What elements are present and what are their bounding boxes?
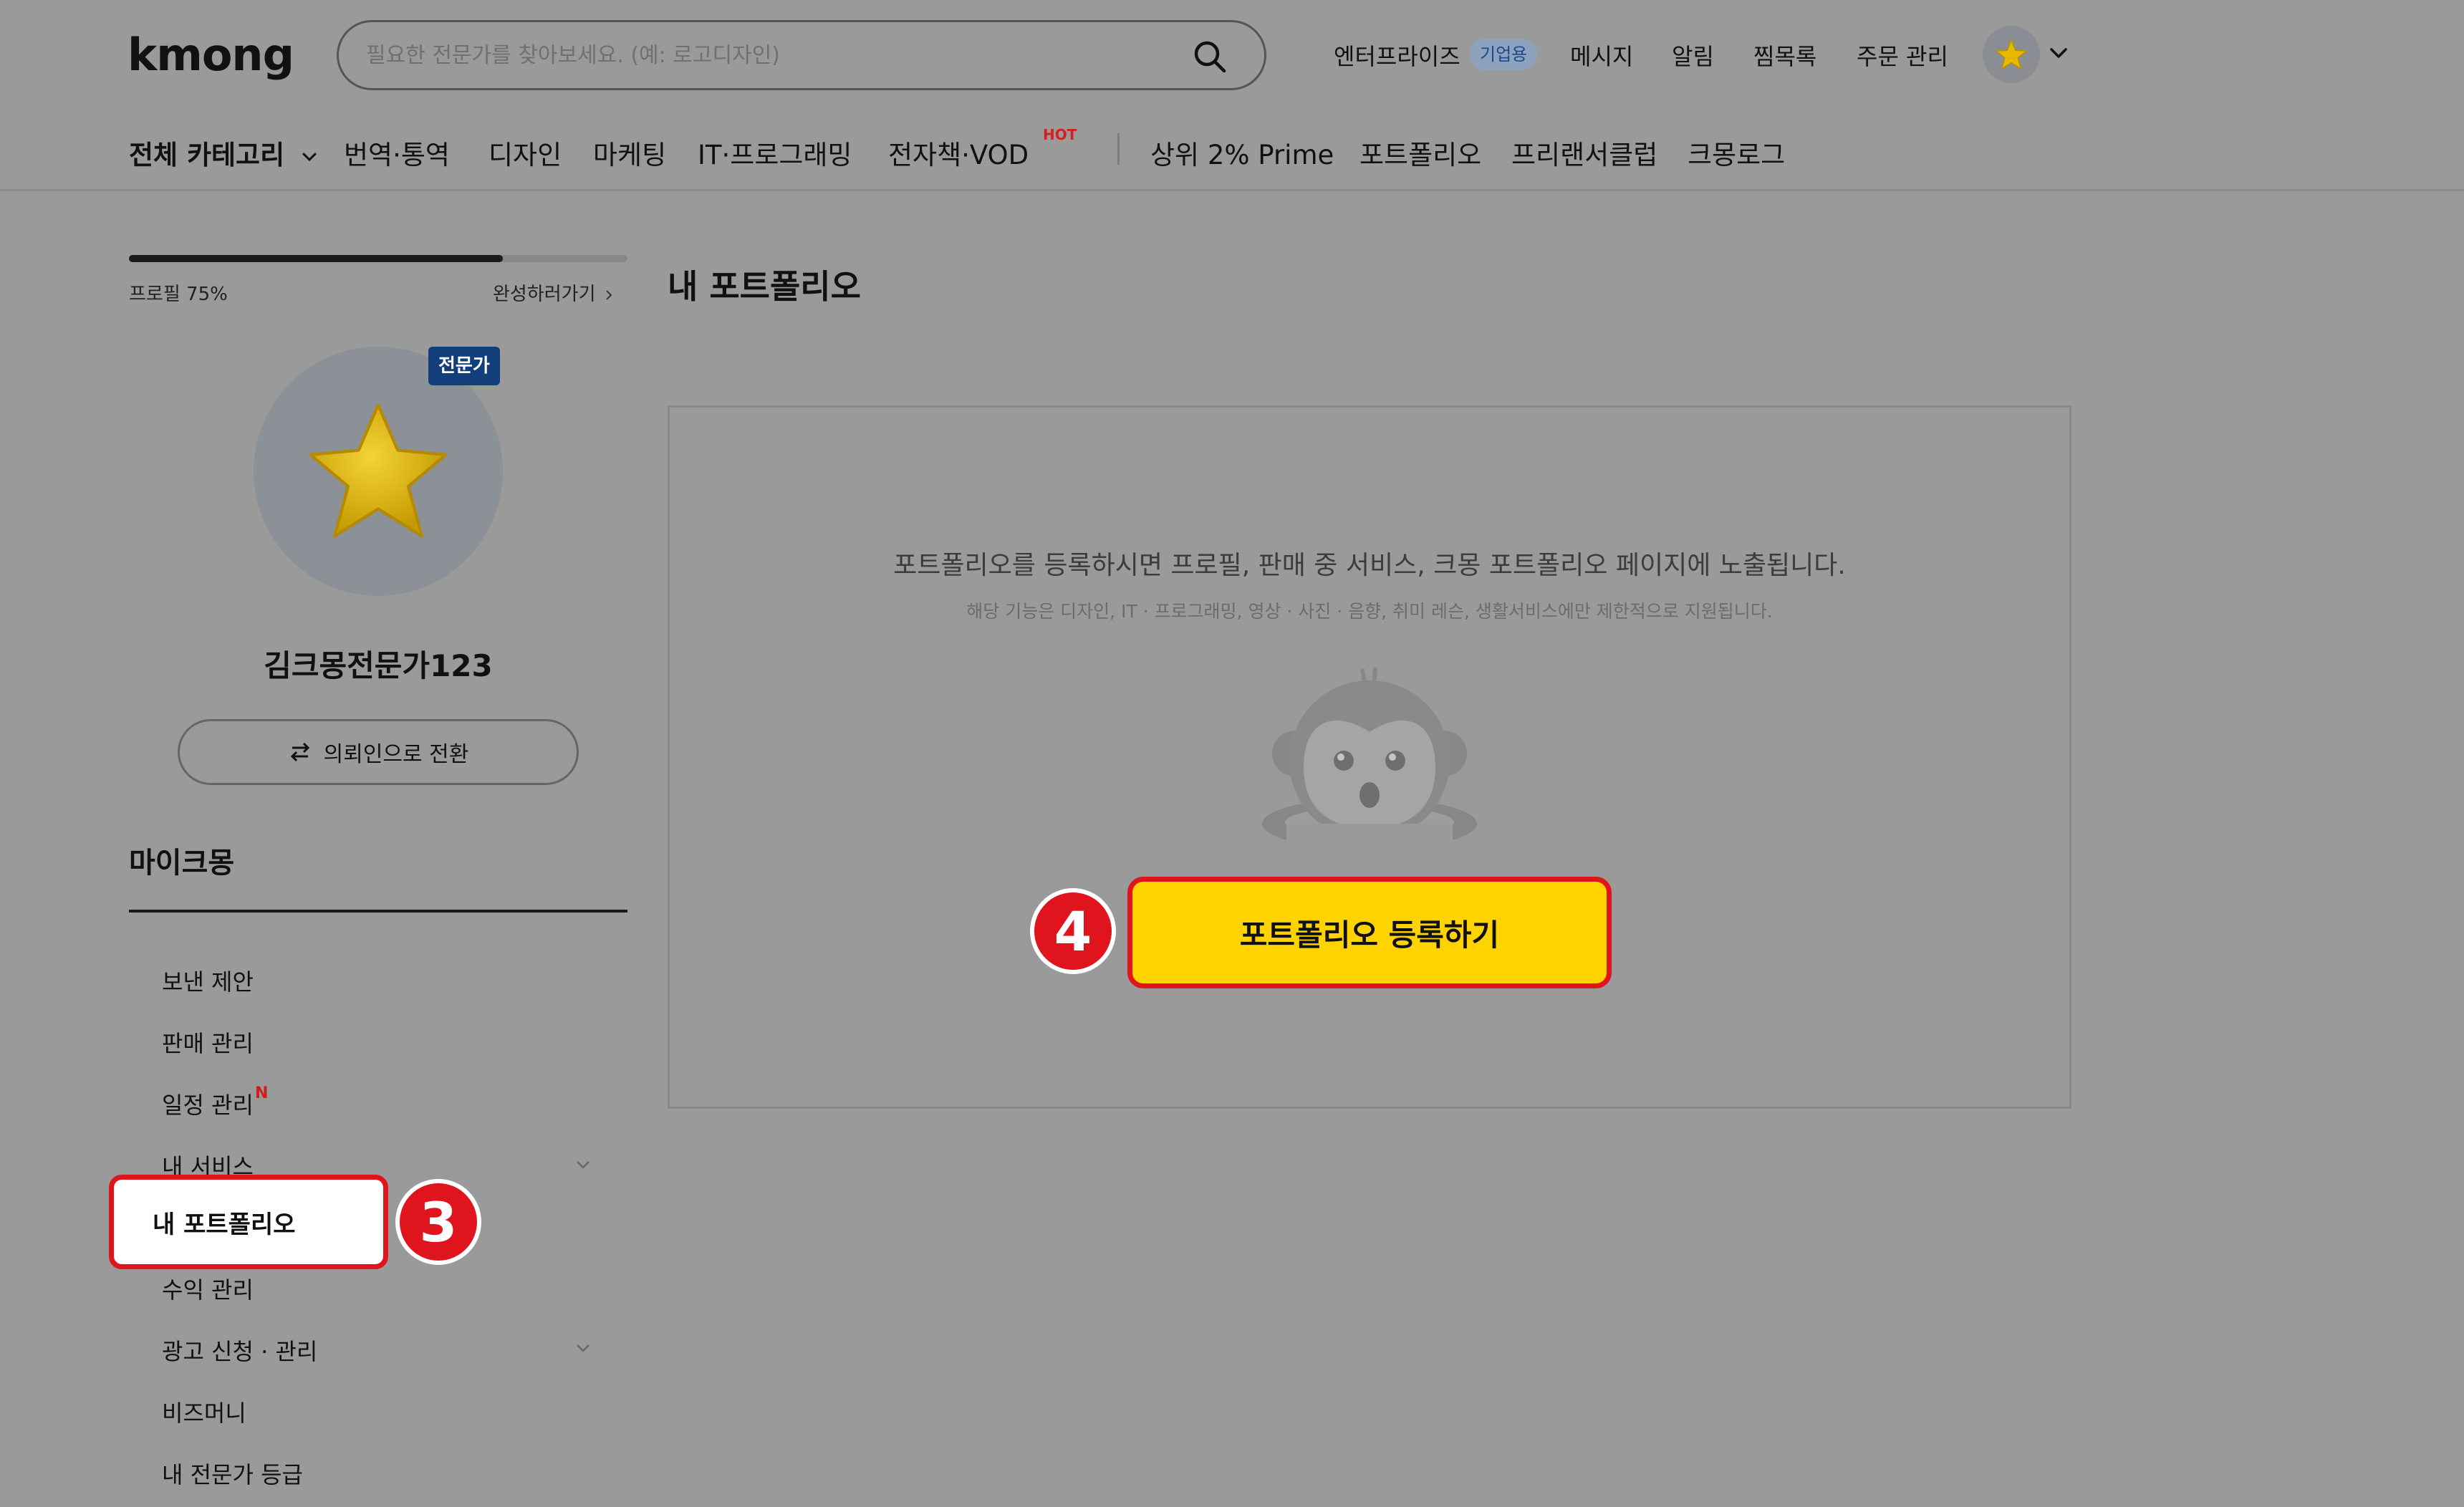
chevron-right-icon <box>606 289 612 300</box>
nav-prime[interactable]: 상위 2% Prime <box>1150 133 1334 172</box>
complete-profile-link[interactable]: 완성하러가기 <box>493 279 616 306</box>
alerts-link[interactable]: 알림 <box>1672 39 1714 72</box>
hot-badge: HOT <box>1043 126 1077 143</box>
step-3-marker: 3 <box>395 1179 481 1265</box>
nav-portfolio[interactable]: 포트폴리오 <box>1359 133 1481 172</box>
menu-expert-grade[interactable]: 내 전문가 등급 <box>162 1457 303 1490</box>
step-4-marker: 4 <box>1030 888 1116 974</box>
switch-to-client-button[interactable]: 의뢰인으로 전환 <box>178 719 579 785</box>
header-divider <box>0 189 2464 191</box>
profile-progress-fill <box>129 255 503 262</box>
switch-to-client-label: 의뢰인으로 전환 <box>323 742 469 767</box>
enterprise-badge: 기업용 <box>1470 39 1538 70</box>
orders-link[interactable]: 주문 관리 <box>1857 39 1948 72</box>
enterprise-link[interactable]: 엔터프라이즈 <box>1334 39 1460 72</box>
nav-it-programming[interactable]: IT·프로그래밍 <box>698 133 852 172</box>
expert-badge: 전문가 <box>428 347 500 385</box>
wishlist-link[interactable]: 찜목록 <box>1753 39 1816 72</box>
nav-translation[interactable]: 번역·통역 <box>344 133 450 172</box>
menu-sent-offers[interactable]: 보낸 제안 <box>162 964 254 997</box>
nav-divider <box>1117 133 1120 165</box>
user-avatar[interactable] <box>1983 26 2040 83</box>
my-kmong-title: 마이크몽 <box>129 847 235 880</box>
empty-message: 포트폴리오를 등록하시면 프로필, 판매 중 서비스, 크몽 포트폴리오 페이지… <box>893 551 1846 580</box>
menu-schedule[interactable]: 일정 관리 <box>162 1087 254 1120</box>
chevron-down-icon[interactable] <box>2046 40 2071 66</box>
complete-profile-label: 완성하러가기 <box>493 284 596 305</box>
page-title: 내 포트폴리오 <box>668 267 861 306</box>
swap-icon <box>290 742 309 762</box>
menu-ads[interactable]: 광고 신청 · 관리 <box>162 1334 317 1367</box>
chevron-down-icon[interactable] <box>572 1337 595 1359</box>
menu-bizmoney[interactable]: 비즈머니 <box>162 1395 246 1428</box>
chevron-down-icon[interactable] <box>572 1153 595 1176</box>
nav-kmong-log[interactable]: 크몽로그 <box>1688 133 1785 172</box>
nav-all-categories[interactable]: 전체 카테고리 <box>129 133 319 172</box>
nav-freelancer-club[interactable]: 프리랜서클럽 <box>1511 133 1657 172</box>
nav-ebook-vod[interactable]: 전자책·VOD <box>888 133 1029 172</box>
messages-link[interactable]: 메시지 <box>1570 39 1633 72</box>
nav-all-categories-label: 전체 카테고리 <box>129 140 285 170</box>
monkey-mascot-icon <box>1262 667 1477 854</box>
star-avatar-icon <box>309 403 448 538</box>
search-bar[interactable] <box>337 20 1266 90</box>
nav-marketing[interactable]: 마케팅 <box>593 133 666 172</box>
section-divider <box>129 910 627 913</box>
search-input[interactable] <box>366 35 1154 75</box>
chevron-down-icon <box>302 153 317 161</box>
empty-sub-message: 해당 기능은 디자인, IT · 프로그래밍, 영상 · 사진 · 음향, 취미… <box>966 601 1773 622</box>
new-badge: N <box>255 1084 269 1102</box>
profile-username: 김크몽전문가123 <box>264 648 493 683</box>
nav-design[interactable]: 디자인 <box>489 133 562 172</box>
profile-progress-label: 프로필 75% <box>129 284 228 305</box>
menu-revenue[interactable]: 수익 관리 <box>162 1272 254 1305</box>
register-portfolio-button[interactable]: 포트폴리오 등록하기 <box>1127 877 1612 988</box>
search-icon[interactable] <box>1191 38 1228 75</box>
kmong-logo[interactable]: kmong <box>127 29 294 81</box>
menu-my-portfolio[interactable]: 내 포트폴리오 <box>109 1175 388 1269</box>
star-avatar-icon <box>1996 39 2027 69</box>
menu-sales[interactable]: 판매 관리 <box>162 1026 254 1059</box>
